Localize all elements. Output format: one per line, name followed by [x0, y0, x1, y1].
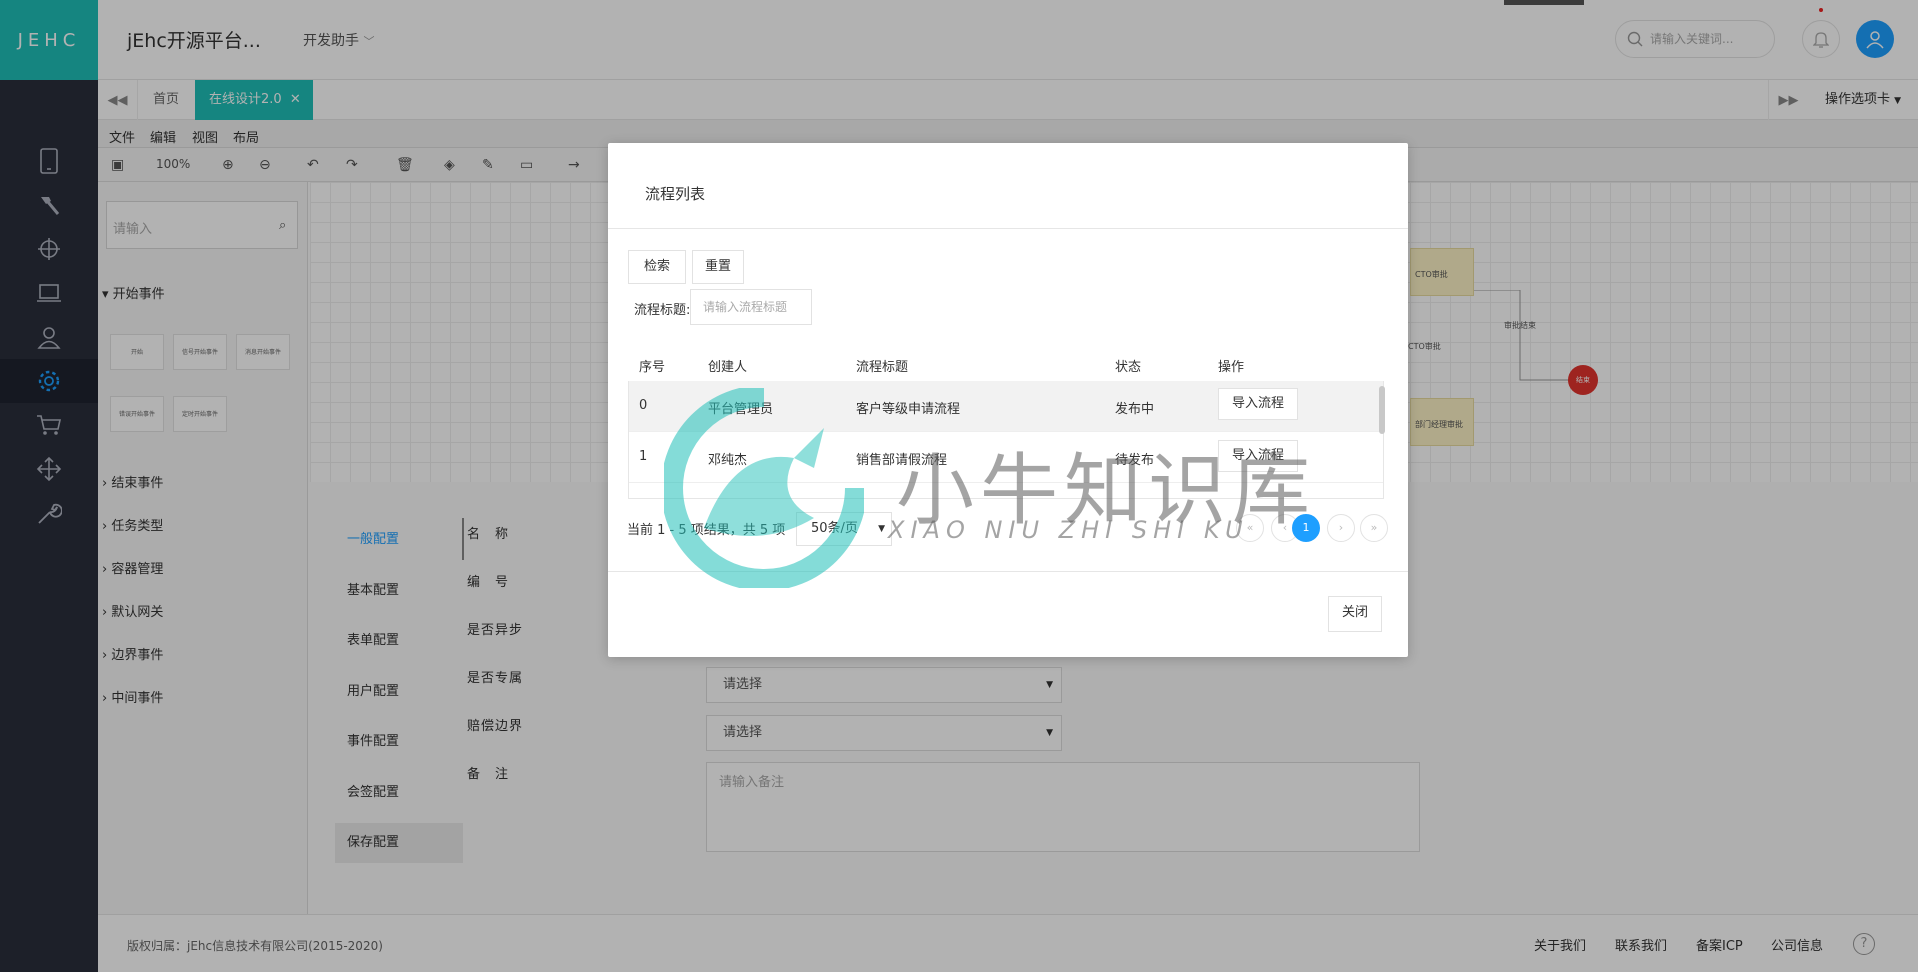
cell-title: 客户等级申请流程	[856, 402, 961, 417]
column-header-title: 流程标题	[856, 360, 909, 375]
caret-down-icon: ▼	[878, 524, 885, 534]
cell-status: 发布中	[1115, 402, 1155, 417]
close-button[interactable]: 关闭	[1328, 596, 1382, 632]
import-process-button[interactable]: 导入流程	[1218, 388, 1298, 420]
watermark-subtext: XIAO NIU ZHI SHI KU	[888, 516, 1249, 544]
divider	[608, 228, 1408, 229]
watermark-logo-icon	[664, 388, 864, 588]
search-button[interactable]: 检索	[628, 250, 686, 284]
column-header-creator: 创建人	[708, 360, 748, 375]
column-header-index: 序号	[639, 360, 666, 375]
page-last[interactable]: »	[1360, 514, 1388, 542]
cell-index: 0	[639, 398, 648, 413]
modal-title: 流程列表	[645, 185, 706, 203]
column-header-action: 操作	[1218, 360, 1245, 375]
reset-button[interactable]: 重置	[692, 250, 744, 284]
filter-label: 流程标题:	[634, 303, 691, 318]
page-next[interactable]: ›	[1327, 514, 1355, 542]
column-header-status: 状态	[1115, 360, 1142, 375]
cell-index: 1	[639, 449, 648, 464]
table-scrollbar[interactable]	[1379, 386, 1385, 434]
process-title-input[interactable]: 请输入流程标题	[690, 289, 812, 325]
